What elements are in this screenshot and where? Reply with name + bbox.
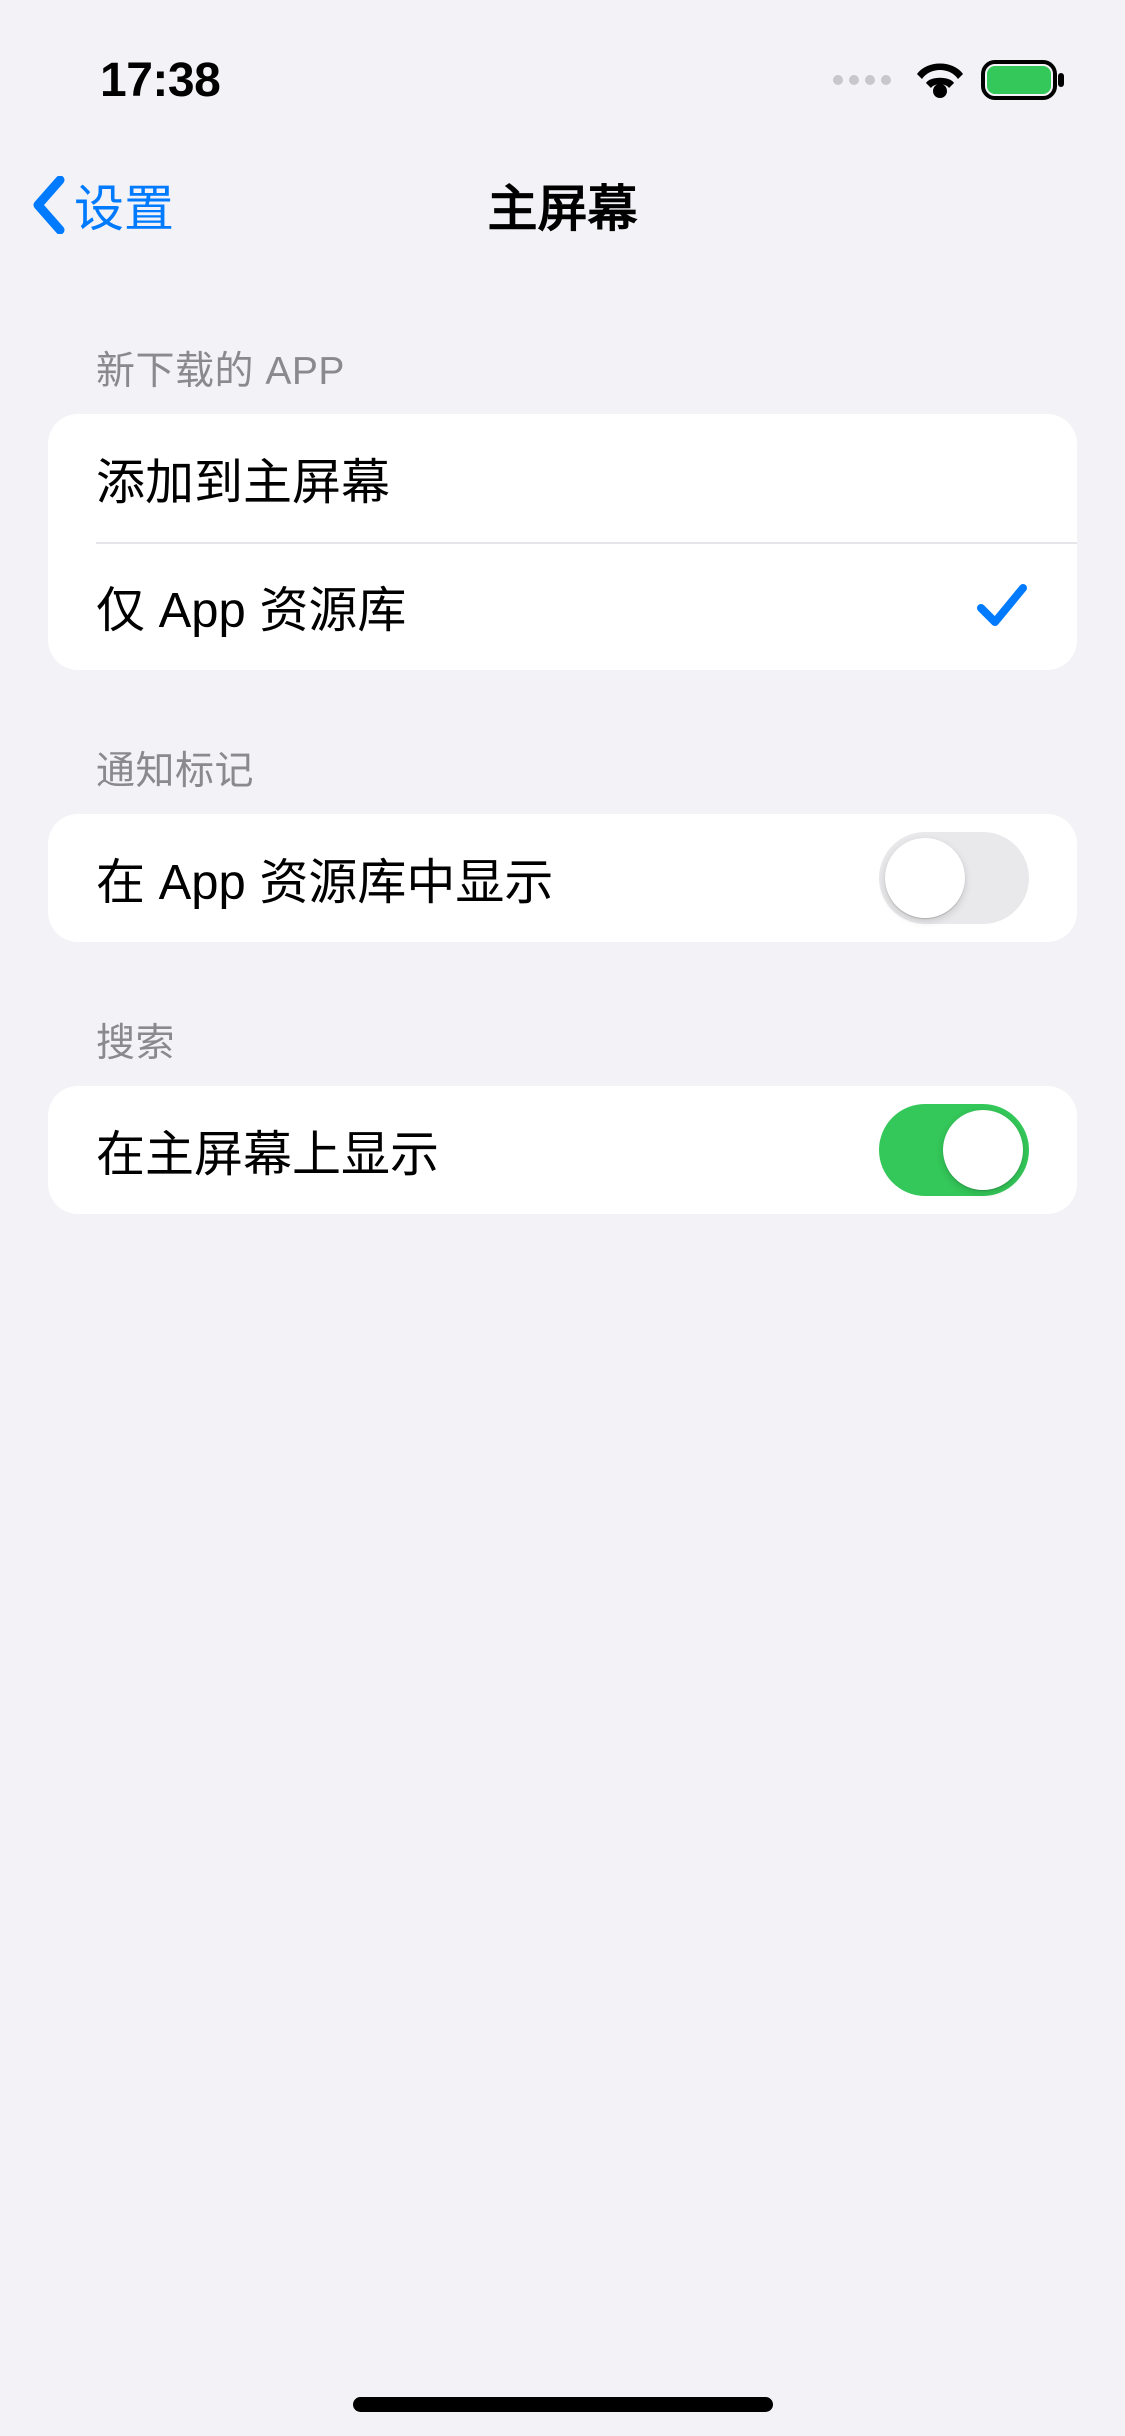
group-badges: 在 App 资源库中显示: [48, 814, 1077, 942]
content: 新下载的 APP 添加到主屏幕 仅 App 资源库 通知标记 在 App 资源库…: [0, 270, 1125, 1214]
option-add-to-home[interactable]: 添加到主屏幕: [48, 414, 1077, 542]
nav-bar: 设置 主屏幕: [0, 140, 1125, 270]
back-button[interactable]: 设置: [30, 169, 174, 241]
row-label: 在主屏幕上显示: [96, 1115, 439, 1186]
battery-icon: [981, 60, 1065, 100]
toggle-show-in-app-library[interactable]: [879, 832, 1029, 924]
option-label: 添加到主屏幕: [96, 443, 390, 514]
option-label: 仅 App 资源库: [96, 571, 406, 642]
row-label: 在 App 资源库中显示: [96, 843, 553, 914]
status-indicators: [833, 60, 1065, 100]
chevron-left-icon: [30, 176, 66, 234]
toggle-knob: [885, 838, 965, 918]
row-show-on-home: 在主屏幕上显示: [48, 1086, 1077, 1214]
cellular-dots-icon: [833, 75, 891, 85]
toggle-show-on-home[interactable]: [879, 1104, 1029, 1196]
wifi-icon: [915, 62, 965, 98]
section-header-new-apps: 新下载的 APP: [48, 270, 1077, 414]
status-bar: 17:38: [0, 0, 1125, 140]
back-label: 设置: [74, 169, 174, 241]
section-header-search: 搜索: [48, 942, 1077, 1086]
section-header-badges: 通知标记: [48, 670, 1077, 814]
group-search: 在主屏幕上显示: [48, 1086, 1077, 1214]
row-show-in-app-library: 在 App 资源库中显示: [48, 814, 1077, 942]
checkmark-icon: [975, 580, 1029, 632]
toggle-knob: [943, 1110, 1023, 1190]
group-new-apps: 添加到主屏幕 仅 App 资源库: [48, 414, 1077, 670]
status-time: 17:38: [100, 53, 220, 108]
home-indicator[interactable]: [353, 2397, 773, 2412]
option-app-library-only[interactable]: 仅 App 资源库: [48, 542, 1077, 670]
